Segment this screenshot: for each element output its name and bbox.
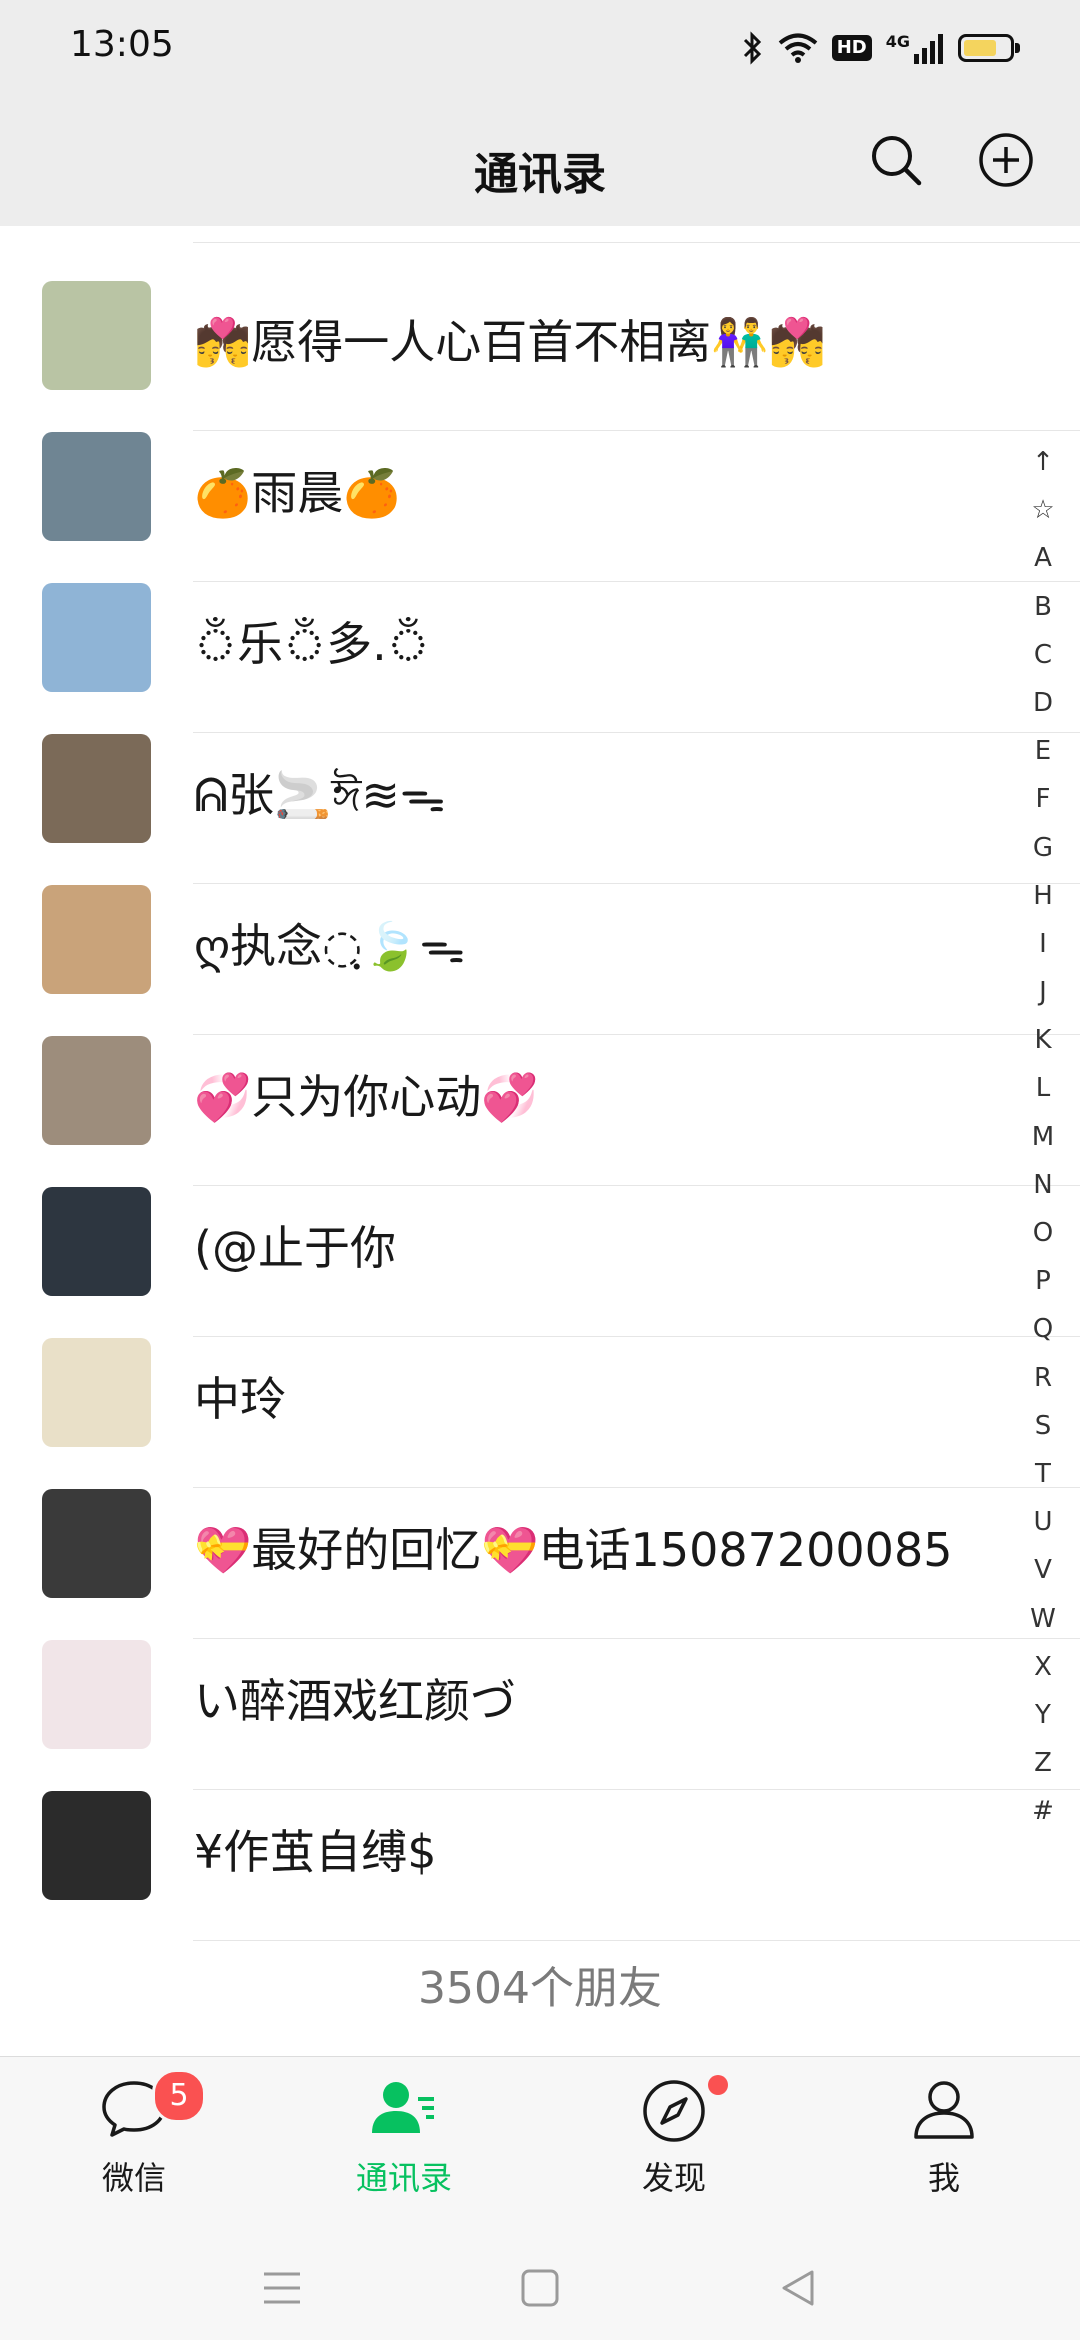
index-letter[interactable]: U	[1020, 1498, 1066, 1546]
contact-row[interactable]: ᕱ张🚬ঈ≋ᯓ	[0, 695, 1080, 884]
notification-dot	[708, 2075, 728, 2095]
index-letter[interactable]: Q	[1020, 1305, 1066, 1353]
status-time: 13:05	[70, 24, 174, 65]
status-bar: 13:05 HD 4G	[0, 0, 1080, 96]
tab-me[interactable]: 我	[844, 2057, 1044, 2217]
index-letter[interactable]: ☆	[1020, 486, 1066, 534]
index-letter[interactable]: T	[1020, 1450, 1066, 1498]
contact-name: 💞只为你心动💞	[194, 1070, 539, 1124]
contact-name: 💝最好的回忆💝电话15087200085	[194, 1523, 953, 1577]
tab-chats[interactable]: 5 微信	[34, 2057, 234, 2217]
friend-count: 3504个朋友	[418, 1963, 662, 2014]
hd-badge: HD	[831, 35, 872, 61]
index-letter[interactable]: W	[1020, 1595, 1066, 1643]
top-bar: 通讯录	[0, 96, 1080, 226]
index-letter[interactable]: ↑	[1020, 438, 1066, 486]
contact-row[interactable]: 🍊雨晨🍊	[0, 393, 1080, 582]
tab-label: 发现	[641, 2159, 706, 2197]
index-letter[interactable]: J	[1020, 968, 1066, 1016]
tab-contacts[interactable]: 通讯录	[304, 2057, 504, 2217]
index-letter[interactable]: G	[1020, 824, 1066, 872]
tab-discover[interactable]: 发现	[574, 2057, 774, 2217]
index-letter[interactable]: L	[1020, 1064, 1066, 1112]
unread-badge: 5	[152, 2069, 206, 2123]
contact-name: ღ执念◌ฺ🍃ᯓ	[194, 919, 465, 973]
tab-label: 微信	[101, 2159, 166, 2197]
index-letter[interactable]: K	[1020, 1016, 1066, 1064]
index-letter[interactable]: P	[1020, 1257, 1066, 1305]
avatar	[42, 583, 151, 692]
wifi-icon	[778, 33, 817, 63]
index-letter[interactable]: Y	[1020, 1691, 1066, 1739]
contact-name: い醉酒戏红颜づ	[194, 1674, 516, 1728]
avatar	[42, 1489, 151, 1598]
contact-row[interactable]: ঁ乐ঁ多.ঁ	[0, 544, 1080, 733]
contact-row[interactable]: 💞只为你心动💞	[0, 997, 1080, 1186]
tab-label: 通讯录	[355, 2159, 452, 2197]
contact-row[interactable]: い醉酒戏红颜づ	[0, 1601, 1080, 1790]
index-letter[interactable]: E	[1020, 727, 1066, 775]
alphabet-index[interactable]: ↑ ☆ A B C D E F G H I J K L M N O P Q R S T U V W X Y Z #	[1020, 438, 1066, 1835]
index-letter[interactable]: H	[1020, 872, 1066, 920]
index-letter[interactable]: #	[1020, 1787, 1066, 1835]
index-letter[interactable]: O	[1020, 1209, 1066, 1257]
battery-level	[964, 40, 996, 56]
avatar	[42, 734, 151, 843]
avatar	[42, 1338, 151, 1447]
contact-row[interactable]: 💏愿得一人心百首不相离👫💏	[0, 242, 1080, 431]
avatar	[42, 1036, 151, 1145]
system-nav-bar	[0, 2236, 1080, 2340]
status-icons: HD 4G	[742, 28, 1020, 68]
network-type: 4G	[885, 31, 910, 51]
contact-name: ᕱ张🚬ঈ≋ᯓ	[194, 768, 446, 822]
compass-icon	[643, 2080, 705, 2142]
tab-bar: 5 微信 通讯录 发现 我	[0, 2056, 1080, 2237]
contact-name: 💏愿得一人心百首不相离👫💏	[194, 315, 826, 369]
contact-row[interactable]: ღ执念◌ฺ🍃ᯓ	[0, 846, 1080, 1035]
contact-row[interactable]: ¥作茧自缚$	[0, 1752, 1080, 1941]
bluetooth-icon	[743, 31, 761, 65]
index-letter[interactable]: S	[1020, 1402, 1066, 1450]
avatar	[42, 1187, 151, 1296]
index-letter[interactable]: A	[1020, 534, 1066, 582]
menu-icon[interactable]	[260, 2266, 304, 2310]
index-letter[interactable]: M	[1020, 1113, 1066, 1161]
index-letter[interactable]: I	[1020, 920, 1066, 968]
avatar	[42, 1640, 151, 1749]
back-icon[interactable]	[776, 2266, 820, 2310]
index-letter[interactable]: N	[1020, 1161, 1066, 1209]
search-icon[interactable]	[866, 130, 926, 190]
contact-name: 中玲	[194, 1372, 286, 1426]
avatar	[42, 885, 151, 994]
signal-icon	[914, 34, 943, 64]
contacts-icon	[372, 2082, 434, 2133]
index-letter[interactable]: X	[1020, 1643, 1066, 1691]
contact-row[interactable]: 💝最好的回忆💝电话15087200085	[0, 1450, 1080, 1639]
home-icon[interactable]	[518, 2266, 562, 2310]
person-icon	[914, 2081, 974, 2139]
index-letter[interactable]: B	[1020, 583, 1066, 631]
tab-label: 我	[927, 2159, 960, 2197]
contact-list[interactable]: 💏愿得一人心百首不相离👫💏 🍊雨晨🍊ঁ乐ঁ多.ঁ ᕱ张🚬ঈ≋ᯓ ღ执念◌ฺ🍃ᯓ 💞只为你…	[0, 226, 1080, 2056]
index-letter[interactable]: R	[1020, 1354, 1066, 1402]
index-letter[interactable]: V	[1020, 1546, 1066, 1594]
battery-icon	[958, 34, 1020, 62]
contact-name: ¥作茧自缚$	[194, 1825, 437, 1879]
contact-name: (@止于你	[194, 1221, 396, 1275]
plus-circle-icon[interactable]	[976, 130, 1036, 190]
divider	[193, 1940, 1080, 1941]
contact-name: ঁ乐ঁ多.ঁ	[194, 617, 430, 671]
contact-row[interactable]: 中玲	[0, 1299, 1080, 1488]
index-letter[interactable]: D	[1020, 679, 1066, 727]
avatar	[42, 1791, 151, 1900]
index-letter[interactable]: Z	[1020, 1739, 1066, 1787]
contact-row[interactable]: (@止于你	[0, 1148, 1080, 1337]
avatar	[42, 432, 151, 541]
index-letter[interactable]: C	[1020, 631, 1066, 679]
contact-name: 🍊雨晨🍊	[194, 466, 401, 520]
index-letter[interactable]: F	[1020, 775, 1066, 823]
avatar	[42, 281, 151, 390]
